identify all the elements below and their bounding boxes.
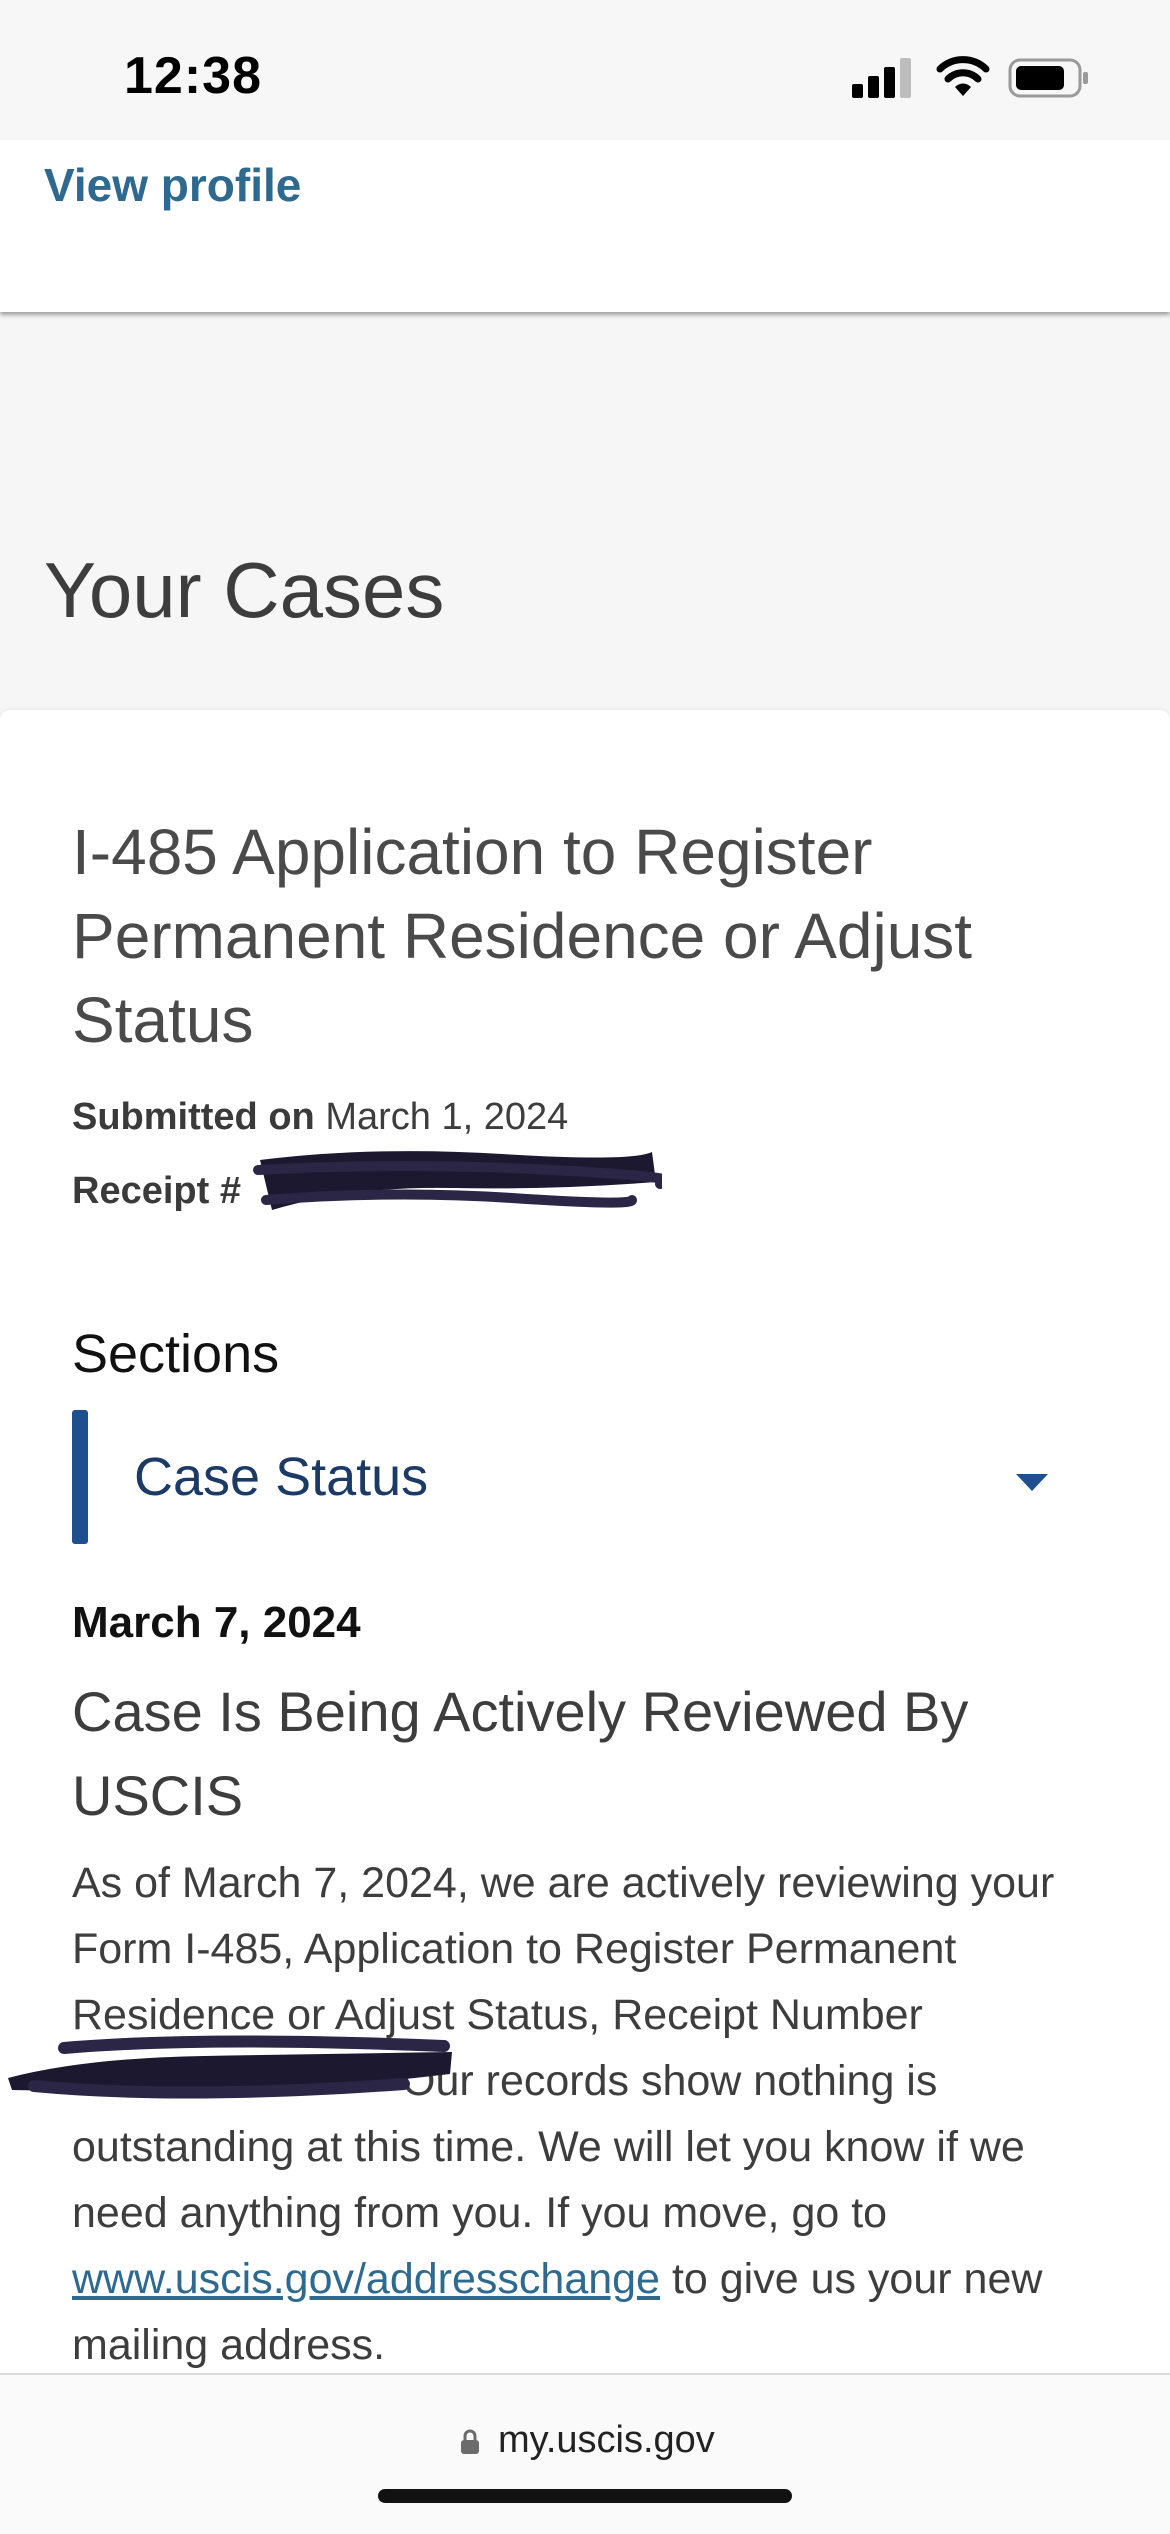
- battery-icon: [1008, 58, 1088, 98]
- receipt-number-redaction: [8, 2035, 452, 2099]
- url-text[interactable]: my.uscis.gov: [498, 2419, 715, 2462]
- accordion-label: Case Status: [134, 1447, 429, 1507]
- status-heading: Case Is Being Actively Reviewed By USCIS: [72, 1680, 969, 1827]
- status-time: 12:38: [124, 47, 262, 105]
- chevron-down-icon[interactable]: [1016, 1474, 1048, 1491]
- profile-card: View profile: [0, 140, 1170, 312]
- receipt-info: Receipt #: [72, 1170, 241, 1213]
- receipt-label: Receipt #: [72, 1170, 241, 1212]
- lock-icon: [461, 2429, 479, 2454]
- browser-url-bar[interactable]: my.uscis.gov: [0, 2373, 1170, 2534]
- home-indicator[interactable]: [378, 2489, 792, 2503]
- wifi-icon: [936, 56, 990, 96]
- status-body-part1: As of March 7, 2024, we are actively rev…: [72, 1859, 1055, 2039]
- receipt-redaction: [253, 1151, 662, 1210]
- status-description: As of March 7, 2024, we are actively rev…: [72, 1850, 1112, 2378]
- address-change-link[interactable]: www.uscis.gov/addresschange: [72, 2255, 660, 2303]
- view-profile-link[interactable]: View profile: [44, 158, 301, 212]
- status-date: March 7, 2024: [72, 1598, 361, 1647]
- case-card: I-485 Application to Register Permanent …: [0, 710, 1170, 2375]
- signal-icon: [852, 58, 914, 98]
- status-bar: 12:38: [0, 0, 1170, 140]
- page-title: Your Cases: [44, 546, 445, 634]
- case-status-accordion[interactable]: Case Status: [72, 1410, 1072, 1544]
- submitted-info: Submitted on March 1, 2024: [72, 1096, 568, 1139]
- submitted-date: March 1, 2024: [325, 1096, 569, 1138]
- case-title: I-485 Application to Register Permanent …: [72, 816, 973, 1056]
- submitted-label: Submitted on: [72, 1096, 315, 1138]
- sections-label: Sections: [72, 1324, 280, 1384]
- accordion-accent-bar: [72, 1410, 88, 1544]
